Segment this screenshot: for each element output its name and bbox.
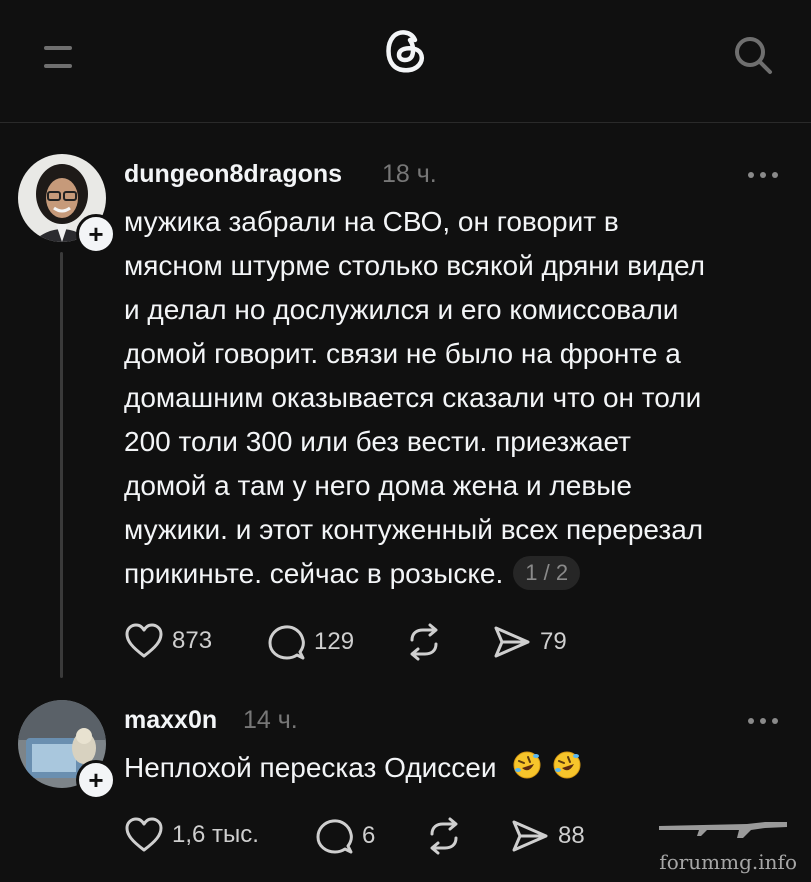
- post-text-line: домашним оказывается сказали что он толи: [124, 382, 702, 413]
- rolling-on-floor-laughing-emoji-icon: [513, 751, 541, 779]
- share-button[interactable]: 88: [510, 816, 585, 856]
- reply-button[interactable]: 6: [314, 816, 375, 856]
- post-text-line: 200 толи 300 или без вести. приезжает: [124, 426, 632, 457]
- post-text-content: Неплохой пересказ Одиссеи: [124, 752, 497, 783]
- heart-icon: [125, 817, 163, 852]
- page-indicator-badge[interactable]: 1 / 2: [513, 556, 581, 590]
- comment-bubble-icon: [316, 819, 353, 854]
- watermark: forummg.info: [647, 812, 797, 874]
- send-icon: [494, 626, 530, 658]
- search-icon[interactable]: [730, 32, 776, 78]
- repost-icon: [410, 623, 438, 661]
- post-text-line: домой а там у него дома жена и левые: [124, 470, 632, 501]
- top-bar: [0, 0, 811, 122]
- post-text: мужика забрали на СВО, он говорит в мясн…: [124, 200, 705, 596]
- repost-button[interactable]: [404, 622, 444, 662]
- rolling-on-floor-laughing-emoji-icon: [553, 751, 581, 779]
- repost-icon: [430, 817, 458, 855]
- more-options-icon[interactable]: [746, 168, 780, 180]
- post-text: Неплохой пересказ Одиссеи: [124, 746, 582, 790]
- heart-icon: [125, 623, 163, 658]
- top-bar-divider: [0, 122, 811, 123]
- share-button[interactable]: 79: [492, 622, 567, 662]
- send-icon: [512, 820, 548, 852]
- reply-count: 129: [314, 628, 355, 655]
- post-text-line: мужика забрали на СВО, он говорит в: [124, 206, 619, 237]
- watermark-text: forummg.info: [659, 850, 797, 874]
- like-count: 1,6 тыс.: [172, 821, 259, 848]
- follow-button[interactable]: +: [76, 760, 116, 800]
- follow-button[interactable]: +: [76, 214, 116, 254]
- share-count: 79: [540, 628, 567, 655]
- thread-line: [60, 252, 63, 678]
- username[interactable]: maxx0n: [124, 706, 217, 735]
- rifle-icon: [659, 822, 787, 838]
- comment-bubble-icon: [268, 625, 305, 660]
- post-text-line: мужики. и этот контуженный всех перереза…: [124, 514, 704, 545]
- reply-count: 6: [362, 822, 376, 849]
- post-text-line: и делал но дослужился и его комиссовали: [124, 294, 679, 325]
- share-count: 88: [558, 822, 585, 849]
- post-time: 18 ч.: [382, 160, 437, 188]
- more-options-icon[interactable]: [746, 714, 780, 726]
- post-time: 14 ч.: [243, 706, 298, 734]
- threads-logo-icon[interactable]: [377, 22, 433, 78]
- post-text-line: прикиньте. сейчас в розыске.: [124, 558, 504, 589]
- repost-button[interactable]: [424, 816, 464, 856]
- like-count: 873: [172, 627, 213, 654]
- like-button[interactable]: 1,6 тыс.: [124, 816, 259, 854]
- post-text-line-last: прикиньте. сейчас в розыске. 1 / 2: [124, 552, 705, 596]
- reply-button[interactable]: 129: [266, 622, 354, 662]
- like-button[interactable]: 873: [124, 622, 212, 660]
- post-text-line: Неплохой пересказ Одиссеи: [124, 746, 582, 790]
- post-text-line: мясном штурме столько всякой дряни видел: [124, 250, 705, 281]
- post-text-line: домой говорит. связи не было на фронте а: [124, 338, 681, 369]
- hamburger-menu-icon[interactable]: [38, 38, 78, 78]
- username[interactable]: dungeon8dragons: [124, 160, 342, 189]
